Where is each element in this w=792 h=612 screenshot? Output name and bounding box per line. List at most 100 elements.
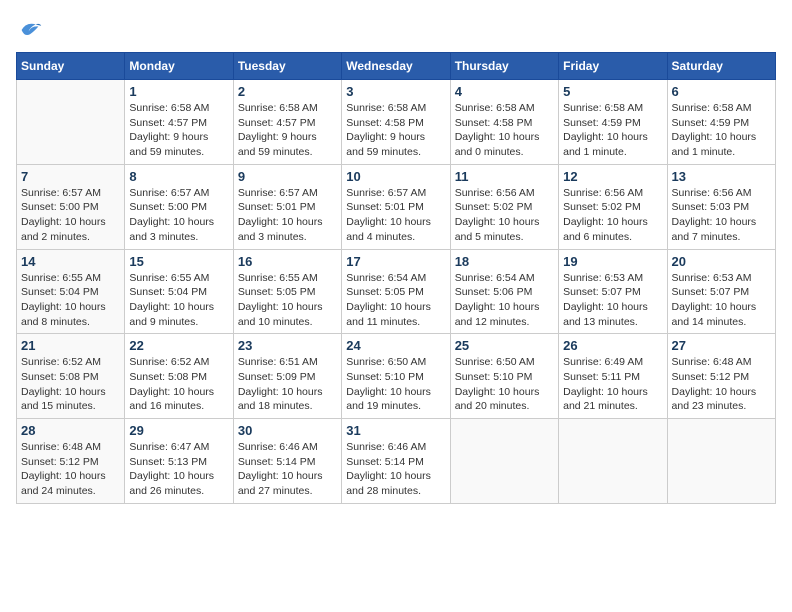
calendar-cell: 19 Sunrise: 6:53 AM Sunset: 5:07 PM Dayli… (559, 249, 667, 334)
calendar-cell: 18 Sunrise: 6:54 AM Sunset: 5:06 PM Dayli… (450, 249, 558, 334)
day-number: 12 (563, 169, 662, 184)
day-info: Sunrise: 6:58 AM Sunset: 4:58 PM Dayligh… (455, 101, 554, 160)
day-number: 28 (21, 423, 120, 438)
day-info: Sunrise: 6:50 AM Sunset: 5:10 PM Dayligh… (346, 355, 445, 414)
day-info: Sunrise: 6:53 AM Sunset: 5:07 PM Dayligh… (672, 271, 771, 330)
day-info: Sunrise: 6:56 AM Sunset: 5:02 PM Dayligh… (563, 186, 662, 245)
day-info: Sunrise: 6:58 AM Sunset: 4:57 PM Dayligh… (238, 101, 337, 160)
day-number: 11 (455, 169, 554, 184)
calendar-cell: 29 Sunrise: 6:47 AM Sunset: 5:13 PM Dayli… (125, 419, 233, 504)
day-number: 7 (21, 169, 120, 184)
calendar-cell: 26Sunrise: 6:49 AM Sunset: 5:11 PM Dayli… (559, 334, 667, 419)
weekday-header: Sunday (17, 53, 125, 80)
calendar-cell (450, 419, 558, 504)
day-info: Sunrise: 6:53 AM Sunset: 5:07 PM Dayligh… (563, 271, 662, 330)
day-info: Sunrise: 6:55 AM Sunset: 5:05 PM Dayligh… (238, 271, 337, 330)
day-info: Sunrise: 6:58 AM Sunset: 4:58 PM Dayligh… (346, 101, 445, 160)
day-info: Sunrise: 6:57 AM Sunset: 5:01 PM Dayligh… (238, 186, 337, 245)
day-number: 17 (346, 254, 445, 269)
day-info: Sunrise: 6:46 AM Sunset: 5:14 PM Dayligh… (238, 440, 337, 499)
calendar-cell (667, 419, 775, 504)
day-info: Sunrise: 6:46 AM Sunset: 5:14 PM Dayligh… (346, 440, 445, 499)
day-number: 4 (455, 84, 554, 99)
day-number: 1 (129, 84, 228, 99)
calendar-cell: 16 Sunrise: 6:55 AM Sunset: 5:05 PM Dayli… (233, 249, 341, 334)
day-number: 18 (455, 254, 554, 269)
day-number: 10 (346, 169, 445, 184)
day-info: Sunrise: 6:54 AM Sunset: 5:06 PM Dayligh… (455, 271, 554, 330)
day-number: 29 (129, 423, 228, 438)
day-number: 31 (346, 423, 445, 438)
day-number: 5 (563, 84, 662, 99)
logo-icon (16, 16, 44, 44)
calendar-cell: 4 Sunrise: 6:58 AM Sunset: 4:58 PM Daylig… (450, 80, 558, 165)
calendar-cell: 5 Sunrise: 6:58 AM Sunset: 4:59 PM Daylig… (559, 80, 667, 165)
calendar-cell: 3 Sunrise: 6:58 AM Sunset: 4:58 PM Daylig… (342, 80, 450, 165)
calendar-cell: 6 Sunrise: 6:58 AM Sunset: 4:59 PM Daylig… (667, 80, 775, 165)
day-number: 22 (129, 338, 228, 353)
calendar-cell (17, 80, 125, 165)
calendar-cell: 21 Sunrise: 6:52 AM Sunset: 5:08 PM Dayli… (17, 334, 125, 419)
day-number: 16 (238, 254, 337, 269)
calendar-cell: 10 Sunrise: 6:57 AM Sunset: 5:01 PM Dayli… (342, 164, 450, 249)
day-info: Sunrise: 6:58 AM Sunset: 4:59 PM Dayligh… (563, 101, 662, 160)
calendar-cell: 27 Sunrise: 6:48 AM Sunset: 5:12 PM Dayli… (667, 334, 775, 419)
weekday-header: Tuesday (233, 53, 341, 80)
day-number: 30 (238, 423, 337, 438)
logo (16, 16, 48, 44)
day-info: Sunrise: 6:57 AM Sunset: 5:00 PM Dayligh… (129, 186, 228, 245)
calendar-cell: 17 Sunrise: 6:54 AM Sunset: 5:05 PM Dayli… (342, 249, 450, 334)
day-number: 15 (129, 254, 228, 269)
calendar-cell: 7 Sunrise: 6:57 AM Sunset: 5:00 PM Daylig… (17, 164, 125, 249)
day-info: Sunrise: 6:58 AM Sunset: 4:57 PM Dayligh… (129, 101, 228, 160)
weekday-header: Saturday (667, 53, 775, 80)
day-info: Sunrise: 6:48 AM Sunset: 5:12 PM Dayligh… (21, 440, 120, 499)
day-number: 2 (238, 84, 337, 99)
calendar-cell: 30 Sunrise: 6:46 AM Sunset: 5:14 PM Dayli… (233, 419, 341, 504)
day-number: 6 (672, 84, 771, 99)
day-number: 19 (563, 254, 662, 269)
day-number: 23 (238, 338, 337, 353)
calendar-cell: 28 Sunrise: 6:48 AM Sunset: 5:12 PM Dayli… (17, 419, 125, 504)
day-number: 21 (21, 338, 120, 353)
calendar-cell: 9Sunrise: 6:57 AM Sunset: 5:01 PM Daylig… (233, 164, 341, 249)
weekday-header: Thursday (450, 53, 558, 80)
day-info: Sunrise: 6:52 AM Sunset: 5:08 PM Dayligh… (129, 355, 228, 414)
weekday-header: Wednesday (342, 53, 450, 80)
day-info: Sunrise: 6:56 AM Sunset: 5:03 PM Dayligh… (672, 186, 771, 245)
day-info: Sunrise: 6:57 AM Sunset: 5:01 PM Dayligh… (346, 186, 445, 245)
calendar-cell: 20 Sunrise: 6:53 AM Sunset: 5:07 PM Dayli… (667, 249, 775, 334)
day-number: 3 (346, 84, 445, 99)
day-info: Sunrise: 6:50 AM Sunset: 5:10 PM Dayligh… (455, 355, 554, 414)
weekday-header: Friday (559, 53, 667, 80)
day-number: 8 (129, 169, 228, 184)
day-number: 14 (21, 254, 120, 269)
day-info: Sunrise: 6:58 AM Sunset: 4:59 PM Dayligh… (672, 101, 771, 160)
page-header (16, 16, 776, 44)
calendar-cell: 25 Sunrise: 6:50 AM Sunset: 5:10 PM Dayli… (450, 334, 558, 419)
calendar-cell: 23 Sunrise: 6:51 AM Sunset: 5:09 PM Dayli… (233, 334, 341, 419)
calendar-cell: 31 Sunrise: 6:46 AM Sunset: 5:14 PM Dayli… (342, 419, 450, 504)
day-info: Sunrise: 6:48 AM Sunset: 5:12 PM Dayligh… (672, 355, 771, 414)
day-info: Sunrise: 6:56 AM Sunset: 5:02 PM Dayligh… (455, 186, 554, 245)
calendar-cell: 2 Sunrise: 6:58 AM Sunset: 4:57 PM Daylig… (233, 80, 341, 165)
calendar-cell (559, 419, 667, 504)
day-info: Sunrise: 6:54 AM Sunset: 5:05 PM Dayligh… (346, 271, 445, 330)
calendar-cell: 8 Sunrise: 6:57 AM Sunset: 5:00 PM Daylig… (125, 164, 233, 249)
day-number: 25 (455, 338, 554, 353)
calendar-cell: 11 Sunrise: 6:56 AM Sunset: 5:02 PM Dayli… (450, 164, 558, 249)
calendar-table: SundayMondayTuesdayWednesdayThursdayFrid… (16, 52, 776, 504)
day-number: 20 (672, 254, 771, 269)
weekday-header: Monday (125, 53, 233, 80)
day-info: Sunrise: 6:57 AM Sunset: 5:00 PM Dayligh… (21, 186, 120, 245)
calendar-cell: 15Sunrise: 6:55 AM Sunset: 5:04 PM Dayli… (125, 249, 233, 334)
day-info: Sunrise: 6:47 AM Sunset: 5:13 PM Dayligh… (129, 440, 228, 499)
day-info: Sunrise: 6:51 AM Sunset: 5:09 PM Dayligh… (238, 355, 337, 414)
calendar-cell: 12 Sunrise: 6:56 AM Sunset: 5:02 PM Dayli… (559, 164, 667, 249)
day-number: 27 (672, 338, 771, 353)
calendar-cell: 22 Sunrise: 6:52 AM Sunset: 5:08 PM Dayli… (125, 334, 233, 419)
calendar-cell: 14Sunrise: 6:55 AM Sunset: 5:04 PM Dayli… (17, 249, 125, 334)
day-info: Sunrise: 6:49 AM Sunset: 5:11 PM Dayligh… (563, 355, 662, 414)
day-number: 24 (346, 338, 445, 353)
day-info: Sunrise: 6:52 AM Sunset: 5:08 PM Dayligh… (21, 355, 120, 414)
